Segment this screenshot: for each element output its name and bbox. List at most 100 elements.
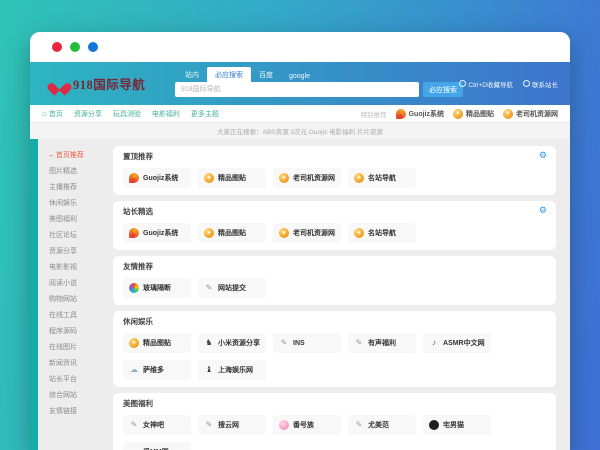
nav-item-movies[interactable]: 电影福利: [152, 109, 180, 119]
window-close-button[interactable]: [52, 42, 62, 52]
site-card[interactable]: 上海娱乐网: [198, 360, 266, 380]
heart-logo-icon: [52, 77, 67, 90]
card-grid: Guojiz系统 精品图贴 老司机资源网 名站导航: [123, 168, 546, 188]
pink-favicon-icon: [279, 420, 289, 430]
nav-item-toys[interactable]: 玩具测验: [113, 109, 141, 119]
section-friend-recommend: 友情推荐 玻璃隔断 网站提交: [113, 256, 556, 305]
sidebar-item-forum[interactable]: 社区论坛: [49, 228, 107, 244]
pencil-icon: [204, 283, 214, 293]
section-title: 美图福利: [123, 399, 546, 408]
section-title: 置顶推荐: [123, 152, 546, 161]
nav-right-items: 特别推荐 Guojiz系统 精品图贴 老司机资源网: [361, 109, 558, 119]
sidebar-item-shopping[interactable]: 购物网站: [49, 292, 107, 308]
site-card-label: INS: [293, 340, 305, 347]
sidebar-item-reading[interactable]: 阅读小说: [49, 276, 107, 292]
sidebar-item-live[interactable]: 主播推荐: [49, 180, 107, 196]
settings-icon[interactable]: [539, 206, 547, 215]
page-content: 首页推荐 图片精选 主播推荐 休闲娱乐 美图福利 社区论坛 资源分享 电影影视 …: [30, 139, 570, 450]
site-card-label: 搜云网: [218, 420, 239, 430]
sidebar-item-news[interactable]: 新闻资讯: [49, 356, 107, 372]
black-cat-icon: [429, 420, 439, 430]
site-card[interactable]: 爱MM图: [123, 442, 191, 450]
search-input[interactable]: [175, 82, 419, 97]
bookmark-link[interactable]: Ctrl+D收藏导航: [459, 79, 513, 89]
window-maximize-button[interactable]: [88, 42, 98, 52]
sidebar-item-webmaster[interactable]: 站长平台: [49, 372, 107, 388]
browser-window: 918国际导航 站内 必应搜索 百度 google 必应搜索 Ctrl+D收藏导…: [30, 32, 570, 450]
sidebar-item-movies[interactable]: 电影影视: [49, 260, 107, 276]
site-card-label: Guojiz系统: [143, 228, 178, 238]
settings-icon[interactable]: [539, 151, 547, 160]
gold-medal-icon: [129, 338, 139, 348]
sidebar-item-general[interactable]: 综合网站: [49, 388, 107, 404]
site-card-label: 精品图贴: [218, 173, 246, 183]
site-card[interactable]: 宅男猫: [423, 415, 491, 435]
site-card[interactable]: Guojiz系统: [123, 168, 191, 188]
left-accent-strip: [30, 139, 38, 450]
card-grid: 精品图贴 小米资源分享网 INS 有声福利 ASMR中文网 萨维多 上海娱乐网: [123, 333, 546, 380]
nav-item-resources[interactable]: 资源分享: [74, 109, 102, 119]
site-card[interactable]: 女神吧: [123, 415, 191, 435]
sidebar-item-online-pics[interactable]: 在线图片: [49, 340, 107, 356]
site-card[interactable]: ASMR中文网: [423, 333, 491, 353]
search-row: 必应搜索: [175, 82, 463, 97]
sidebar-item-home[interactable]: 首页推荐: [49, 148, 107, 164]
badge-label: Guojiz系统: [409, 109, 444, 119]
sidebar-item-tools[interactable]: 在线工具: [49, 308, 107, 324]
special-recommend-label: 特别推荐: [361, 109, 387, 119]
site-card[interactable]: 番号族: [273, 415, 341, 435]
site-card[interactable]: 精品图贴: [198, 168, 266, 188]
badge-label: 精品图贴: [466, 109, 494, 119]
sidebar-item-pics[interactable]: 图片精选: [49, 164, 107, 180]
category-sidebar: 首页推荐 图片精选 主播推荐 休闲娱乐 美图福利 社区论坛 资源分享 电影影视 …: [38, 139, 107, 450]
search-button[interactable]: 必应搜索: [423, 82, 463, 97]
tab-bing-search[interactable]: 必应搜索: [207, 67, 251, 82]
site-card-label: 玻璃隔断: [143, 283, 171, 293]
trending-search-bar: 大家正在搜索：ABS资源 3次元 Guojiz 电影福利 片片资源: [30, 122, 570, 139]
site-card[interactable]: Guojiz系统: [123, 223, 191, 243]
window-minimize-button[interactable]: [70, 42, 80, 52]
nav-item-home[interactable]: 首页: [42, 109, 63, 119]
sidebar-item-share[interactable]: 资源分享: [49, 244, 107, 260]
site-card[interactable]: 老司机资源网: [273, 223, 341, 243]
contact-link[interactable]: 联系站长: [523, 79, 558, 89]
site-card-label: 尤美范: [368, 420, 389, 430]
badge-driver-resources[interactable]: 老司机资源网: [503, 109, 558, 119]
site-card[interactable]: 名站导航: [348, 168, 416, 188]
sidebar-item-code[interactable]: 程序源码: [49, 324, 107, 340]
badge-guojiz[interactable]: Guojiz系统: [396, 109, 444, 119]
tab-baidu-search[interactable]: 百度: [251, 67, 281, 82]
badge-premium-pics[interactable]: 精品图贴: [453, 109, 494, 119]
site-card-label: 番号族: [293, 420, 314, 430]
site-card[interactable]: 老司机资源网: [273, 168, 341, 188]
site-card[interactable]: 网站提交: [198, 278, 266, 298]
tab-site-search[interactable]: 站内: [177, 67, 207, 82]
site-card-label: 名站导航: [368, 173, 396, 183]
search-area: 站内 必应搜索 百度 google 必应搜索: [175, 69, 463, 97]
sidebar-item-fun[interactable]: 休闲娱乐: [49, 196, 107, 212]
site-logo[interactable]: 918国际导航: [30, 74, 170, 93]
sidebar-item-beauty[interactable]: 美图福利: [49, 212, 107, 228]
site-card-label: 上海娱乐网: [218, 365, 253, 375]
site-card[interactable]: 搜云网: [198, 415, 266, 435]
site-card[interactable]: 尤美范: [348, 415, 416, 435]
site-card[interactable]: 有声福利: [348, 333, 416, 353]
gold-medal-icon: [204, 228, 214, 238]
desktop-background: 918国际导航 站内 必应搜索 百度 google 必应搜索 Ctrl+D收藏导…: [0, 0, 600, 450]
site-card[interactable]: 玻璃隔断: [123, 278, 191, 298]
section-beauty: 美图福利 女神吧 搜云网 番号族 尤美范 宅男猫 爱MM图: [113, 393, 556, 450]
tab-google-search[interactable]: google: [281, 70, 318, 82]
site-card[interactable]: 萨维多: [123, 360, 191, 380]
pencil-icon: [354, 338, 364, 348]
site-card[interactable]: 名站导航: [348, 223, 416, 243]
section-title: 站长精选: [123, 207, 546, 216]
nav-item-more[interactable]: 更多主题: [191, 109, 219, 119]
site-card[interactable]: 精品图贴: [123, 333, 191, 353]
site-card[interactable]: 小米资源分享网: [198, 333, 266, 353]
guojiz-logo-icon: [129, 173, 139, 183]
sidebar-item-friends[interactable]: 友情链接: [49, 404, 107, 420]
site-card-label: 老司机资源网: [293, 228, 335, 238]
site-card[interactable]: INS: [273, 333, 341, 353]
gold-medal-icon: [453, 109, 463, 119]
site-card[interactable]: 精品图贴: [198, 223, 266, 243]
